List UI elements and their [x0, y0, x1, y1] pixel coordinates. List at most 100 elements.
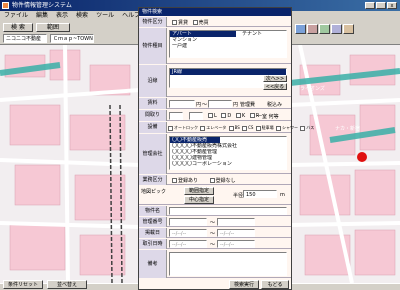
- menu-item[interactable]: 表示: [56, 12, 68, 19]
- row-kind: 物件区分 賃貸 売買: [139, 17, 291, 27]
- map-label: ライオンズ: [300, 86, 325, 92]
- close-button[interactable]: x: [387, 2, 397, 9]
- checkbox[interactable]: [235, 113, 241, 118]
- option-label: D: [227, 113, 232, 119]
- rent-min-input[interactable]: [169, 100, 195, 108]
- checkbox[interactable]: [172, 20, 177, 25]
- prev-button[interactable]: <<戻る: [263, 83, 287, 90]
- range-button[interactable]: 範囲指定: [184, 187, 214, 195]
- checkbox[interactable]: [300, 125, 306, 131]
- row-layout: 間取り L D K R 一室 何等: [139, 110, 291, 121]
- checkbox[interactable]: [168, 125, 173, 131]
- name-input[interactable]: [169, 207, 287, 215]
- row-label: 業務区分: [139, 175, 167, 185]
- type-listbox[interactable]: アパート マンション 一戸建 テナント: [169, 30, 287, 58]
- layout-options: L D K R: [205, 113, 259, 119]
- equip-options: オートロック エレベータ BS CS 駐車場 シャワー バス: [167, 125, 314, 131]
- zoom-in-icon[interactable]: [307, 24, 318, 34]
- option-label: オートロック: [174, 125, 198, 130]
- search-button[interactable]: 検 索: [3, 23, 33, 32]
- layout-right-options: 一室 何等: [257, 113, 279, 120]
- checkbox[interactable]: [228, 125, 234, 131]
- close-dialog-button[interactable]: もどる: [261, 280, 289, 289]
- row-label: 物件種目: [139, 28, 167, 64]
- row-type: 物件種目 アパート マンション 一戸建 テナント: [139, 28, 291, 64]
- checkbox[interactable]: [249, 113, 255, 118]
- row-label: 管理会社: [139, 134, 167, 174]
- rent-unit: 円: [196, 102, 202, 108]
- option-label: バス: [306, 125, 315, 130]
- list-item[interactable]: 〇〇〇〇コーポレーション: [170, 161, 286, 167]
- checkbox[interactable]: [172, 178, 177, 183]
- window-controls: x: [365, 2, 398, 9]
- print-icon[interactable]: [331, 24, 342, 34]
- option-label: K: [241, 113, 246, 119]
- list-item[interactable]: 一戸建: [170, 43, 286, 49]
- row-label: 物件区分: [139, 17, 167, 27]
- update-to-input[interactable]: --/--/--: [217, 240, 255, 248]
- rent-sep: ～: [202, 102, 208, 108]
- row-label: 掲載日: [139, 228, 167, 238]
- shop-select[interactable]: ニコニコ不動産: [3, 34, 47, 43]
- rent-max-input[interactable]: [208, 100, 232, 108]
- range-sep: ～: [210, 231, 216, 237]
- run-search-button[interactable]: 検索実行: [229, 280, 259, 289]
- row-label: 賃料: [139, 98, 167, 109]
- checkbox[interactable]: [275, 125, 281, 131]
- range-sep: ～: [210, 220, 216, 226]
- settings-icon[interactable]: [343, 24, 354, 34]
- row-update: 取引日時 --/--/-- ～ --/--/--: [139, 239, 291, 249]
- option-label: 駐車場: [261, 125, 274, 130]
- date-from-input[interactable]: --/--/--: [169, 229, 207, 237]
- radius-input[interactable]: 150: [243, 190, 277, 198]
- radius-label: 半径: [233, 193, 244, 199]
- checkbox[interactable]: [255, 125, 261, 131]
- row-register: 業務区分 登録あり 登録なし: [139, 175, 291, 185]
- checkbox[interactable]: [200, 125, 206, 131]
- sort-button[interactable]: 並べ替え: [47, 280, 87, 289]
- tool-icons: [295, 24, 395, 42]
- reset-button[interactable]: 条件リセット: [3, 280, 43, 289]
- row-route: 沿線 JR線 次へ>> <<戻る: [139, 65, 291, 97]
- company-listbox[interactable]: 〇〇不動産販売 〇〇〇〇不動産販売株式会社 〇〇〇〇不動産管理 〇〇〇〇建物管理…: [169, 136, 287, 170]
- checkbox[interactable]: [209, 178, 215, 183]
- checkbox[interactable]: [192, 20, 198, 25]
- menu-item[interactable]: ファイル: [4, 12, 28, 19]
- next-button[interactable]: 次へ>>: [263, 75, 287, 82]
- map-tool-icon[interactable]: [295, 24, 306, 34]
- window-title: 物件情報管理システム: [12, 2, 72, 9]
- layout-min-input[interactable]: [169, 112, 183, 120]
- option-label: 登録なし: [215, 178, 236, 184]
- row-label: 取引日時: [139, 239, 167, 249]
- date-to-input[interactable]: --/--/--: [217, 229, 255, 237]
- rent-unit: 円: [233, 102, 239, 108]
- town-field[interactable]: Ｃｍａｐ~TOWN: [50, 34, 94, 43]
- menu-item[interactable]: 検索: [76, 12, 88, 19]
- minimize-button[interactable]: [365, 2, 375, 9]
- zoom-out-icon[interactable]: [319, 24, 330, 34]
- area-button[interactable]: 範囲: [36, 23, 70, 32]
- update-from-input[interactable]: --/--/--: [169, 240, 207, 248]
- register-options: 登録あり 登録なし: [169, 177, 236, 184]
- row-date: 掲載日 --/--/-- ～ --/--/--: [139, 228, 291, 238]
- layout-max-input[interactable]: [189, 112, 203, 120]
- checkbox[interactable]: [242, 125, 248, 131]
- app-icon: [2, 2, 9, 9]
- map-label: ナカ・新宿: [335, 126, 361, 132]
- dialog-title: 物件検索: [139, 8, 291, 16]
- mgmt-to-input[interactable]: [217, 218, 255, 226]
- menu-item[interactable]: 編集: [36, 12, 48, 19]
- row-label: 間取り: [139, 110, 167, 121]
- list-item[interactable]: テナント: [240, 31, 262, 37]
- note-textarea[interactable]: [169, 252, 287, 276]
- maximize-button[interactable]: [376, 2, 386, 9]
- menu-item[interactable]: ツール: [96, 12, 114, 19]
- checkbox[interactable]: [208, 113, 213, 118]
- center-button[interactable]: 中心指定: [184, 196, 214, 204]
- row-label: 管理番号: [139, 217, 167, 227]
- checkbox[interactable]: [221, 113, 227, 118]
- mgmt-from-input[interactable]: [169, 218, 207, 226]
- row-mgmt: 管理番号 ～: [139, 217, 291, 227]
- option-label: 一室: [257, 114, 268, 120]
- option-label: 登録あり: [178, 178, 199, 184]
